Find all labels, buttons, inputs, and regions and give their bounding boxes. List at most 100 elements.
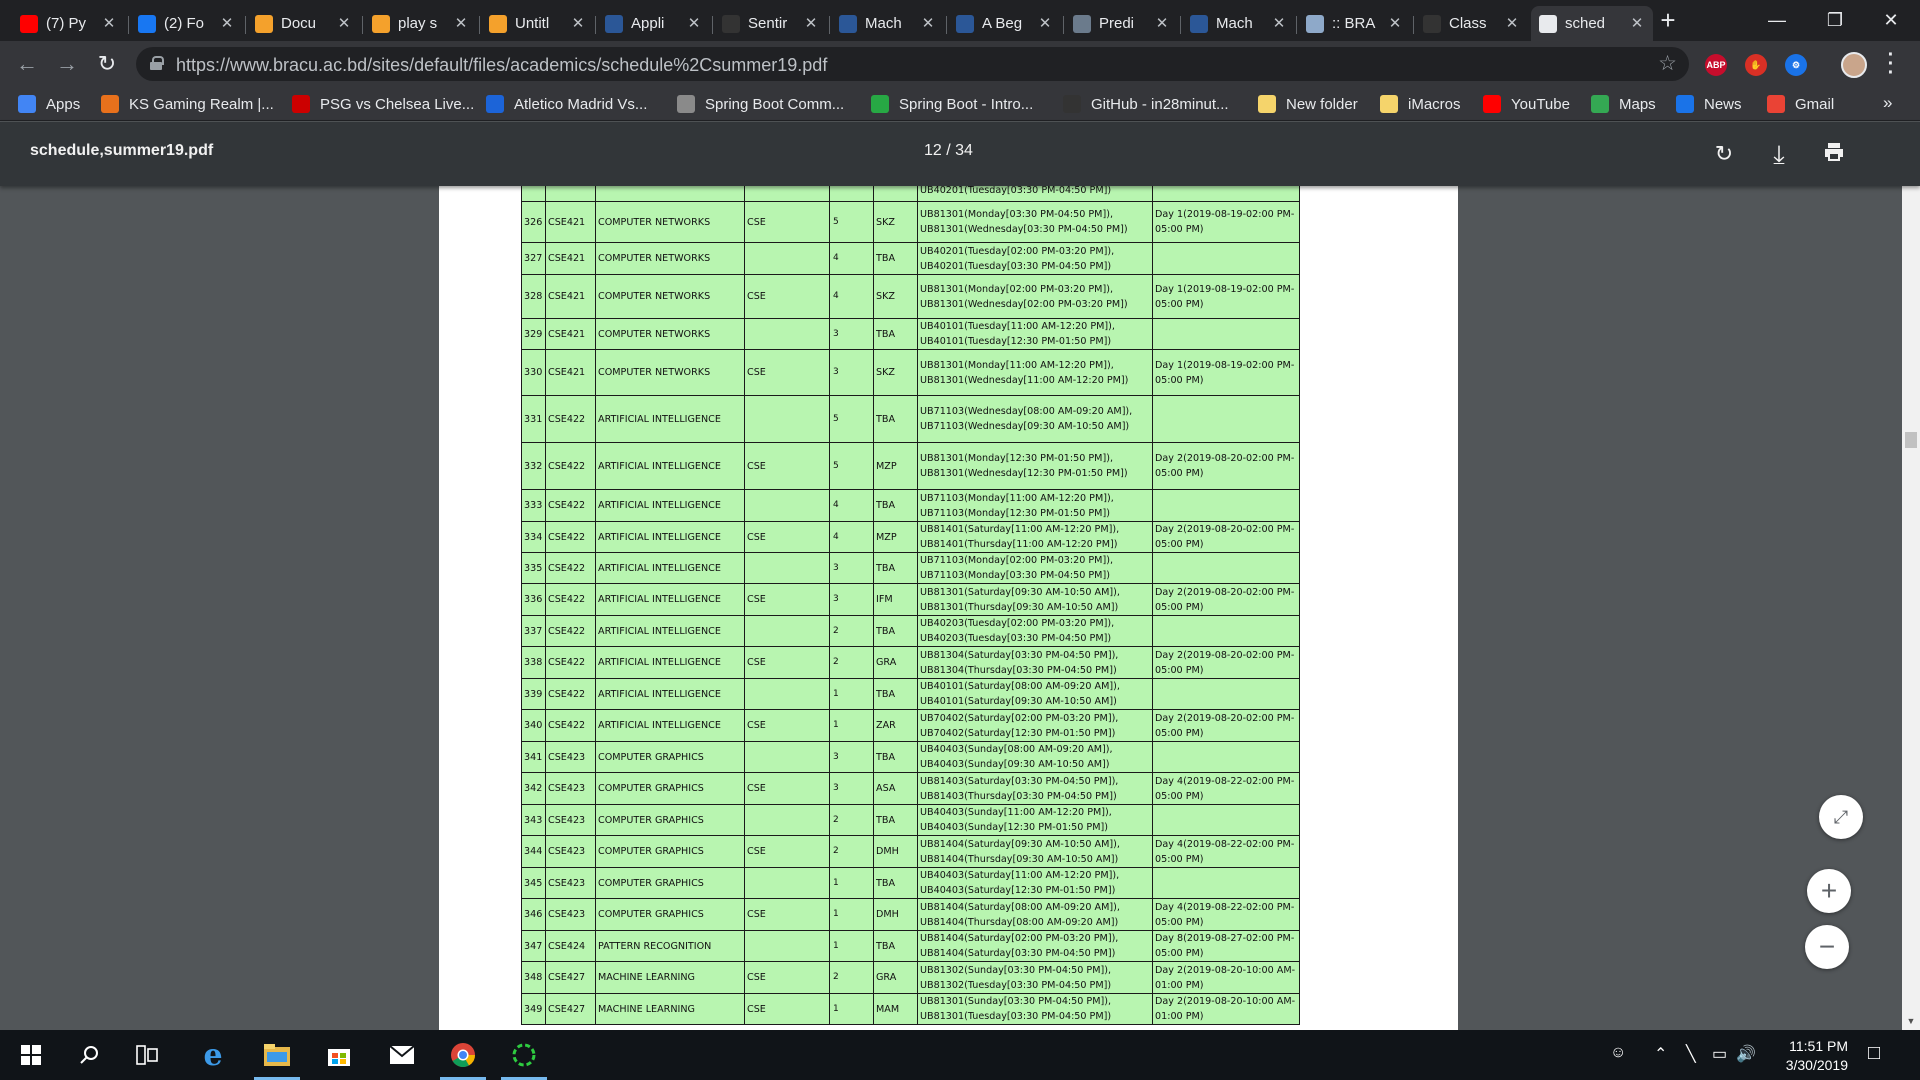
- page-indicator[interactable]: 12 / 34: [924, 142, 973, 160]
- browser-tab[interactable]: Mach ✕: [831, 6, 944, 41]
- bookmark-item[interactable]: Spring Boot - Intro...: [871, 93, 1033, 115]
- forward-button[interactable]: →: [52, 49, 82, 79]
- browser-tab[interactable]: Docu ✕: [247, 6, 360, 41]
- bookmark-item[interactable]: News: [1676, 93, 1742, 115]
- file-explorer-icon[interactable]: [250, 1030, 304, 1080]
- task-view-icon[interactable]: [120, 1030, 174, 1080]
- close-tab-icon[interactable]: ✕: [101, 15, 117, 32]
- pdf-viewer[interactable]: UB40201(Tuesday[03:30 PM-04:50 PM]) 326 CS…: [0, 186, 1902, 1030]
- bookmark-item[interactable]: New folder: [1258, 93, 1358, 115]
- loader-app-icon[interactable]: [497, 1030, 551, 1080]
- adblock-icon[interactable]: ABP: [1705, 54, 1727, 76]
- profile-avatar[interactable]: [1841, 52, 1867, 78]
- scroll-down-arrow[interactable]: ▼: [1902, 1013, 1920, 1030]
- zoom-out-button[interactable]: −: [1805, 925, 1849, 969]
- chrome-icon[interactable]: [436, 1030, 490, 1080]
- bookmark-item[interactable]: Gmail: [1767, 93, 1834, 115]
- bookmark-item[interactable]: Apps: [18, 93, 80, 115]
- close-tab-icon[interactable]: ✕: [686, 15, 702, 32]
- class-schedule-line: UB40403(Sunday[11:00 AM-12:20 PM]),: [920, 807, 1112, 818]
- bookmark-item[interactable]: KS Gaming Realm |...: [101, 93, 274, 115]
- class-schedule-cell: UB81301(Monday[02:00 PM-03:20 PM]), UB813…: [917, 274, 1153, 319]
- search-icon[interactable]: [62, 1030, 116, 1080]
- show-hidden-icons-button[interactable]: ⌃: [1654, 1044, 1667, 1064]
- restore-button[interactable]: ❐: [1812, 0, 1858, 40]
- new-tab-button[interactable]: +: [1654, 6, 1682, 34]
- hand-icon[interactable]: ✋: [1745, 54, 1767, 76]
- minimize-button[interactable]: —: [1754, 0, 1800, 40]
- tab-strip: (7) Py ✕ (2) Fo ✕ Docu ✕ play s ✕ Untitl ✕ Appli ✕ S…: [0, 0, 1920, 41]
- notifications-icon[interactable]: □: [1868, 1042, 1880, 1065]
- class-schedule-line: UB81302(Tuesday[03:30 PM-04:50 PM]): [920, 979, 1112, 991]
- print-icon[interactable]: [1820, 140, 1848, 168]
- bookmark-item[interactable]: Spring Boot Comm...: [677, 93, 844, 115]
- close-tab-icon[interactable]: ✕: [453, 15, 469, 32]
- address-bar[interactable]: https://www.bracu.ac.bd/sites/default/fi…: [136, 47, 1689, 81]
- close-tab-icon[interactable]: ✕: [1154, 15, 1170, 32]
- bookmark-item[interactable]: iMacros: [1380, 93, 1461, 115]
- people-icon[interactable]: ☺: [1610, 1044, 1626, 1062]
- mail-icon[interactable]: [375, 1030, 429, 1080]
- fit-to-page-button[interactable]: ⤢: [1819, 795, 1863, 839]
- exam-schedule-cell: [1152, 615, 1300, 647]
- browser-tab[interactable]: Appli ✕: [597, 6, 710, 41]
- tab-title: :: BRA: [1332, 15, 1376, 32]
- rotate-icon[interactable]: ↻: [1710, 140, 1738, 168]
- clock-date: 3/30/2019: [1785, 1057, 1848, 1073]
- browser-tab[interactable]: Mach ✕: [1182, 6, 1295, 41]
- browser-tab[interactable]: Predi ✕: [1065, 6, 1178, 41]
- wifi-icon[interactable]: ╲: [1686, 1044, 1696, 1064]
- vertical-scrollbar[interactable]: ▲ ▼: [1902, 122, 1920, 1030]
- close-tab-icon[interactable]: ✕: [219, 15, 235, 32]
- bookmark-star-icon[interactable]: ☆: [1658, 51, 1677, 76]
- more-bookmarks-button[interactable]: »: [1883, 93, 1892, 113]
- browser-tab[interactable]: Sentir ✕: [714, 6, 827, 41]
- close-tab-icon[interactable]: ✕: [1037, 15, 1053, 32]
- browser-tab[interactable]: (2) Fo ✕: [130, 6, 243, 41]
- volume-icon[interactable]: 🔊: [1736, 1044, 1756, 1064]
- class-schedule-cell: UB81302(Sunday[03:30 PM-04:50 PM]), UB813…: [917, 961, 1153, 994]
- department-cell: [744, 318, 830, 350]
- bookmark-item[interactable]: GitHub - in28minut...: [1063, 93, 1229, 115]
- class-schedule-line: UB81301(Sunday[03:30 PM-04:50 PM]),: [920, 996, 1112, 1007]
- close-tab-icon[interactable]: ✕: [1504, 15, 1520, 32]
- department-cell: [744, 804, 830, 836]
- windows-start-icon[interactable]: [4, 1030, 58, 1080]
- bookmark-item[interactable]: YouTube: [1483, 93, 1570, 115]
- zoom-in-button[interactable]: +: [1807, 869, 1851, 913]
- download-icon[interactable]: ⤓: [1765, 140, 1793, 168]
- close-tab-icon[interactable]: ✕: [1387, 15, 1403, 32]
- bookmark-item[interactable]: Atletico Madrid Vs...: [486, 93, 647, 115]
- table-row: 348 CSE427 MACHINE LEARNING CSE 2 GRA UB81302(…: [521, 961, 1300, 994]
- battery-icon[interactable]: ▭: [1712, 1044, 1727, 1064]
- store-icon[interactable]: [312, 1030, 366, 1080]
- close-window-button[interactable]: ✕: [1868, 0, 1914, 40]
- browser-tab[interactable]: Untitl ✕: [481, 6, 594, 41]
- back-button[interactable]: ←: [12, 49, 42, 79]
- bookmark-item[interactable]: PSG vs Chelsea Live...: [292, 93, 474, 115]
- class-schedule-line: UB40101(Tuesday[12:30 PM-01:50 PM]): [920, 336, 1112, 347]
- browser-tab[interactable]: play s ✕: [364, 6, 477, 41]
- system-clock[interactable]: 11:51 PM 3/30/2019: [1758, 1037, 1848, 1075]
- close-tab-icon[interactable]: ✕: [803, 15, 819, 32]
- class-schedule-cell: UB40101(Saturday[08:00 AM-09:20 AM]), UB4…: [917, 678, 1153, 710]
- close-tab-icon[interactable]: ✕: [920, 15, 936, 32]
- chrome-menu-button[interactable]: · · ·: [1884, 45, 1898, 83]
- browser-tab[interactable]: :: BRA ✕: [1298, 6, 1411, 41]
- table-row: 337 CSE422 ARTIFICIAL INTELLIGENCE 2 TBA UB40…: [521, 615, 1300, 647]
- close-tab-icon[interactable]: ✕: [336, 15, 352, 32]
- close-tab-icon[interactable]: ✕: [1629, 15, 1645, 32]
- browser-tab[interactable]: (7) Py ✕: [12, 6, 125, 41]
- close-tab-icon[interactable]: ✕: [1271, 15, 1287, 32]
- settings-extension-icon[interactable]: ⚙: [1785, 54, 1807, 76]
- edge-icon[interactable]: e: [186, 1030, 240, 1080]
- faculty-cell: DMH: [873, 898, 918, 931]
- url-text[interactable]: https://www.bracu.ac.bd/sites/default/fi…: [176, 55, 827, 76]
- browser-tab[interactable]: Class ✕: [1415, 6, 1528, 41]
- bookmark-item[interactable]: Maps: [1591, 93, 1656, 115]
- browser-tab[interactable]: sched ✕: [1531, 6, 1653, 41]
- scrollbar-thumb[interactable]: [1905, 432, 1917, 448]
- close-tab-icon[interactable]: ✕: [570, 15, 586, 32]
- reload-button[interactable]: ↻: [92, 49, 122, 79]
- browser-tab[interactable]: A Beg ✕: [948, 6, 1061, 41]
